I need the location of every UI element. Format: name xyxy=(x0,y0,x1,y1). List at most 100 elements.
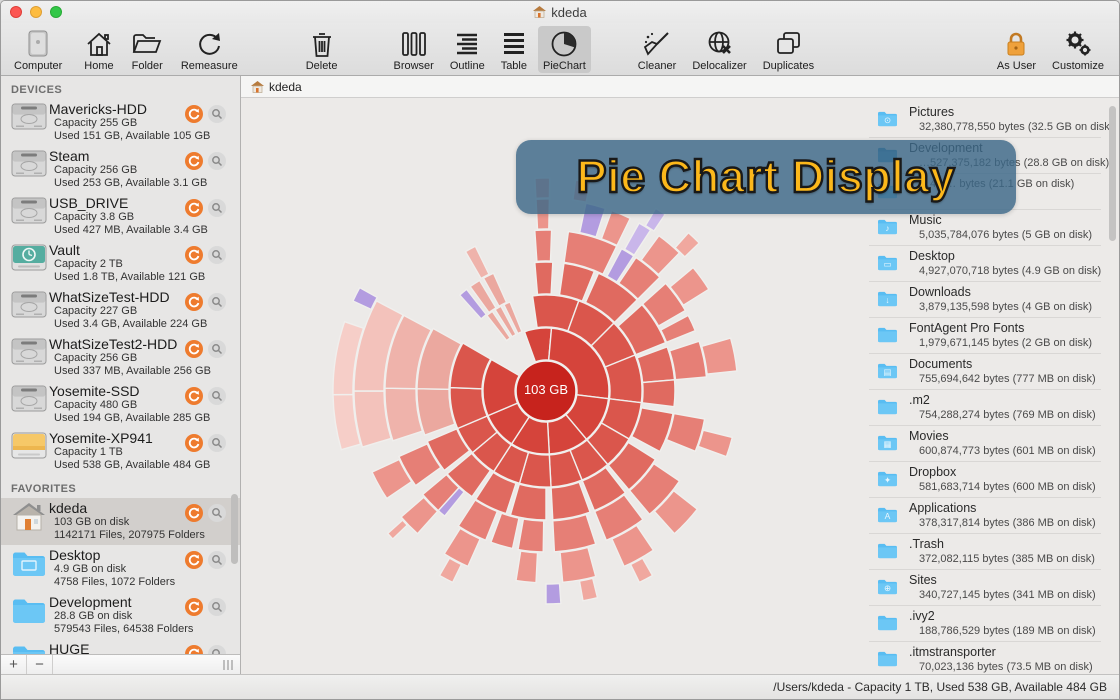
chart-segment[interactable] xyxy=(516,551,538,583)
rows-icon xyxy=(501,28,527,59)
chart-segment[interactable] xyxy=(546,584,561,605)
remeasure-badge[interactable] xyxy=(185,598,203,616)
toolbar-delocalizer-button[interactable]: Delocalizer xyxy=(687,26,751,73)
inspect-badge[interactable] xyxy=(208,551,226,569)
chart-segment[interactable] xyxy=(535,230,552,261)
chart-segment[interactable] xyxy=(642,380,675,407)
sidebar-item-steam[interactable]: SteamCapacity 256 GBUsed 253 GB, Availab… xyxy=(1,146,240,193)
content-scrollbar-thumb[interactable] xyxy=(1109,106,1116,241)
remeasure-badge[interactable] xyxy=(185,434,203,452)
chart-segment[interactable] xyxy=(525,328,552,362)
folder-row-fontagent-pro-fonts[interactable]: FontAgent Pro Fonts1,979,671,145 bytes (… xyxy=(869,318,1101,354)
chart-segment[interactable] xyxy=(551,482,590,520)
chart-segment[interactable] xyxy=(417,389,455,435)
chart-segment[interactable] xyxy=(535,262,553,294)
toolbar-remeasure-button[interactable]: Remeasure xyxy=(176,26,243,73)
remeasure-badge[interactable] xyxy=(185,152,203,170)
inspect-badge[interactable] xyxy=(208,387,226,405)
chart-segment[interactable] xyxy=(580,578,598,601)
sidebar-scrollbar-thumb[interactable] xyxy=(231,494,238,564)
toolbar-browser-button[interactable]: Browser xyxy=(388,26,438,73)
sidebar-item-usb-drive[interactable]: USB_DRIVECapacity 3.8 GBUsed 427 MB, Ava… xyxy=(1,193,240,240)
chart-segment[interactable] xyxy=(518,519,544,552)
inspect-badge[interactable] xyxy=(208,340,226,358)
chart-segment[interactable] xyxy=(553,515,596,552)
chart-segment[interactable] xyxy=(670,341,707,380)
sidebar-item-whatsizetest-hdd[interactable]: WhatSizeTest-HDDCapacity 227 GBUsed 3.4 … xyxy=(1,287,240,334)
chart-segment[interactable] xyxy=(466,246,490,278)
folder-row--trash[interactable]: .Trash372,082,115 bytes (385 MB on disk) xyxy=(869,534,1101,570)
remeasure-badge[interactable] xyxy=(185,199,203,217)
folder-row-sites[interactable]: ⊕Sites340,727,145 bytes (341 MB on disk) xyxy=(869,570,1101,606)
folder-row-documents[interactable]: ▤Documents755,694,642 bytes (777 MB on d… xyxy=(869,354,1101,390)
sidebar-item-mavericks-hdd[interactable]: Mavericks-HDDCapacity 255 GBUsed 151 GB,… xyxy=(1,99,240,146)
content-area: kdeda 103 GB ⊙Pictures32,380,778,550 byt… xyxy=(241,76,1119,674)
chart-segment[interactable] xyxy=(702,338,737,374)
sidebar-item-yosemite-ssd[interactable]: Yosemite-SSDCapacity 480 GBUsed 194 GB, … xyxy=(1,381,240,428)
sidebar-item-desktop[interactable]: Desktop4.9 GB on disk4758 Files, 1072 Fo… xyxy=(1,545,240,592)
inspect-badge[interactable] xyxy=(208,199,226,217)
item-detail: Used 151 GB, Available 105 GB xyxy=(49,130,240,143)
inspect-badge[interactable] xyxy=(208,246,226,264)
toolbar-duplicates-button[interactable]: Duplicates xyxy=(758,26,819,73)
inspect-badge[interactable] xyxy=(208,434,226,452)
toolbar-customize-button[interactable]: Customize xyxy=(1047,26,1109,73)
add-favorite-button[interactable]: + xyxy=(1,655,27,674)
folder-row-applications[interactable]: AApplications378,317,814 bytes (386 MB o… xyxy=(869,498,1101,534)
remeasure-badge[interactable] xyxy=(185,105,203,123)
sidebar-item-yosemite-xp941[interactable]: Yosemite-XP941Capacity 1 TBUsed 538 GB, … xyxy=(1,428,240,475)
chart-segment[interactable] xyxy=(510,484,546,520)
chart-segment[interactable] xyxy=(601,211,630,246)
chart-segment[interactable] xyxy=(698,430,732,457)
remeasure-badge[interactable] xyxy=(185,293,203,311)
sidebar-item-whatsizetest2-hdd[interactable]: WhatSizeTest2-HDDCapacity 256 GBUsed 337… xyxy=(1,334,240,381)
status-text: /Users/kdeda - Capacity 1 TB, Used 538 G… xyxy=(773,680,1107,694)
remeasure-badge[interactable] xyxy=(185,504,203,522)
chart-segment[interactable] xyxy=(560,548,596,583)
inspect-badge[interactable] xyxy=(208,504,226,522)
folder-row--ivy2[interactable]: .ivy2188,786,529 bytes (189 MB on disk) xyxy=(869,606,1101,642)
folder-row-desktop[interactable]: ▭Desktop4,927,070,718 bytes (4.9 GB on d… xyxy=(869,246,1101,282)
toolbar-as-user-button[interactable]: As User xyxy=(992,26,1041,73)
zoom-window-button[interactable] xyxy=(50,6,62,18)
folder-row-movies[interactable]: ▦Movies600,874,773 bytes (601 MB on disk… xyxy=(869,426,1101,462)
toolbar-folder-button[interactable]: Folder xyxy=(127,26,168,73)
toolbar-piechart-button[interactable]: PieChart xyxy=(538,26,591,73)
sidebar-item-vault[interactable]: VaultCapacity 2 TBUsed 1.8 TB, Available… xyxy=(1,240,240,287)
inspect-badge[interactable] xyxy=(208,645,226,654)
remeasure-badge[interactable] xyxy=(185,246,203,264)
inspect-badge[interactable] xyxy=(208,105,226,123)
folder-row-dropbox[interactable]: ✦Dropbox581,683,714 bytes (600 MB on dis… xyxy=(869,462,1101,498)
close-window-button[interactable] xyxy=(10,6,22,18)
toolbar-table-button[interactable]: Table xyxy=(496,26,532,73)
toolbar-computer-button[interactable]: Computer xyxy=(9,26,67,73)
toolbar-label: Customize xyxy=(1052,60,1104,72)
sidebar-item-development[interactable]: Development28.8 GB on disk579543 Files, … xyxy=(1,592,240,639)
toolbar-cleaner-button[interactable]: Cleaner xyxy=(633,26,682,73)
remeasure-badge[interactable] xyxy=(185,387,203,405)
inspect-badge[interactable] xyxy=(208,598,226,616)
folder-row-pictures[interactable]: ⊙Pictures32,380,778,550 bytes (32.5 GB o… xyxy=(869,102,1101,138)
breadcrumb[interactable]: kdeda xyxy=(241,76,1119,98)
sidebar-item-kdeda[interactable]: kdeda103 GB on disk1142171 Files, 207975… xyxy=(1,498,240,545)
sidebar-item-huge[interactable]: HUGE40.2 MB on disk9820 Files, 4 Folders xyxy=(1,639,240,654)
folder-row-downloads[interactable]: ↓Downloads3,879,135,598 bytes (4 GB on d… xyxy=(869,282,1101,318)
toolbar-outline-button[interactable]: Outline xyxy=(445,26,490,73)
toolbar-delete-button[interactable]: Delete xyxy=(301,26,343,73)
folder-row--itmstransporter[interactable]: .itmstransporter70,023,136 bytes (73.5 M… xyxy=(869,642,1101,674)
toolbar-home-button[interactable]: Home xyxy=(79,26,118,73)
minimize-window-button[interactable] xyxy=(30,6,42,18)
inspect-badge[interactable] xyxy=(208,152,226,170)
remeasure-badge[interactable] xyxy=(185,340,203,358)
chart-segment[interactable] xyxy=(388,520,408,539)
inspect-badge[interactable] xyxy=(208,293,226,311)
remove-favorite-button[interactable]: − xyxy=(27,655,53,674)
ssd-drive-icon xyxy=(11,432,47,459)
remeasure-badge[interactable] xyxy=(185,645,203,654)
chart-segment[interactable] xyxy=(625,223,651,255)
sidebar-list[interactable]: DEVICES Mavericks-HDDCapacity 255 GBUsed… xyxy=(1,76,240,654)
sidebar-resize-handle[interactable] xyxy=(222,655,240,674)
remeasure-badge[interactable] xyxy=(185,551,203,569)
folder-row-music[interactable]: ♪Music5,035,784,076 bytes (5 GB on disk) xyxy=(869,210,1101,246)
folder-row--m2[interactable]: .m2754,288,274 bytes (769 MB on disk) xyxy=(869,390,1101,426)
